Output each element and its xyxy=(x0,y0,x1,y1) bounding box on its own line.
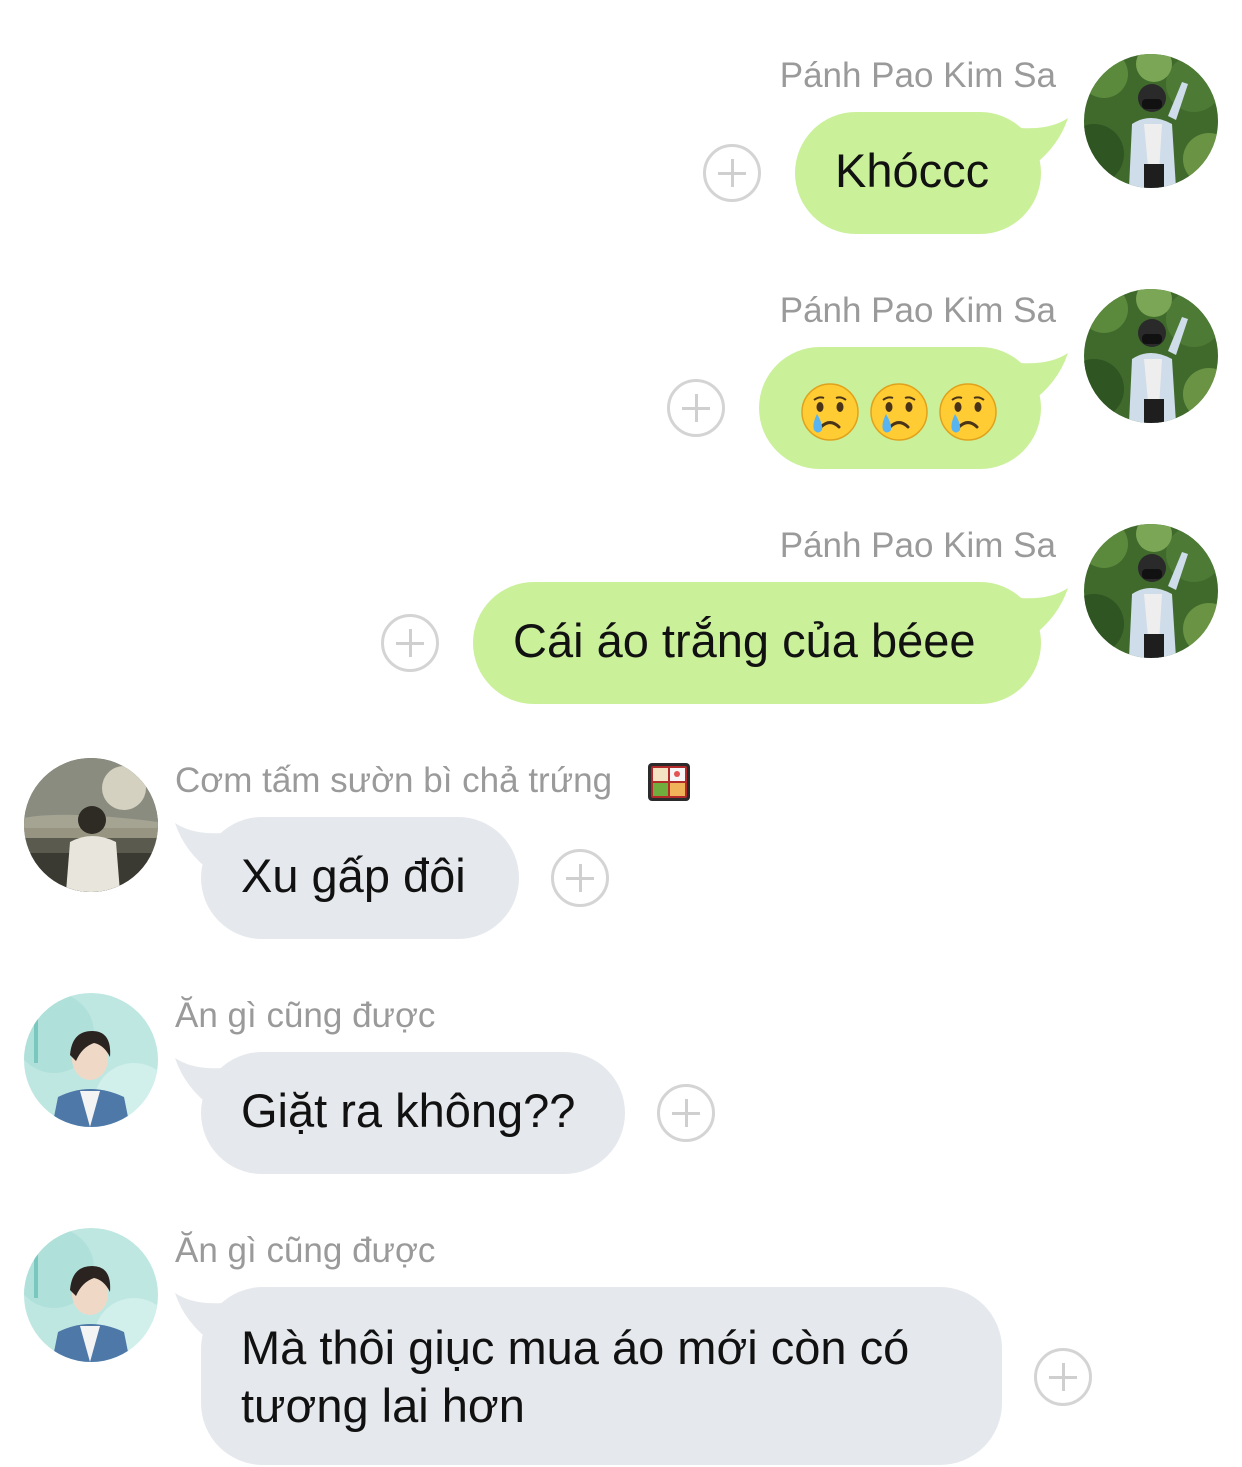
message-bubble[interactable]: Cái áo trắng của béee xyxy=(473,582,1041,704)
add-reaction-plus-icon[interactable] xyxy=(381,614,439,672)
message-text: Khóccc xyxy=(835,144,990,197)
sender-name: Pánh Pao Kim Sa xyxy=(779,291,1056,330)
avatar-photo-boy-mask-outdoor-icon[interactable] xyxy=(1084,524,1218,658)
crying-face-emoji xyxy=(939,383,997,441)
sender-name: Ăn gì cũng được xyxy=(175,996,436,1035)
sender-name: Pánh Pao Kim Sa xyxy=(779,526,1056,565)
message-text: Giặt ra không?? xyxy=(241,1084,576,1137)
message-bubble[interactable]: Mà thôi giục mua áo mới còn có tương lai… xyxy=(201,1287,1002,1465)
sender-name: Ăn gì cũng được xyxy=(175,1231,436,1270)
avatar-photo-boy-mask-outdoor-icon[interactable] xyxy=(1084,289,1218,423)
avatar-photo-idol-mint-icon[interactable] xyxy=(24,993,158,1127)
message-bubble[interactable]: Khóccc xyxy=(795,112,1041,234)
bento-box-emoji xyxy=(647,762,691,802)
add-reaction-plus-icon[interactable] xyxy=(667,379,725,437)
message-text-line: tương lai hơn xyxy=(241,1379,525,1432)
crying-face-emoji xyxy=(801,383,859,441)
avatar-photo-boy-mask-outdoor-icon[interactable] xyxy=(1084,54,1218,188)
avatar-photo-sunset-lake-icon[interactable] xyxy=(24,758,158,892)
message-text-line: Mà thôi giục mua áo mới còn có xyxy=(241,1321,910,1374)
message-text: Xu gấp đôi xyxy=(241,849,466,902)
message-bubble[interactable] xyxy=(759,347,1041,469)
add-reaction-plus-icon[interactable] xyxy=(1034,1348,1092,1406)
add-reaction-plus-icon[interactable] xyxy=(657,1084,715,1142)
message-bubble[interactable]: Xu gấp đôi xyxy=(201,817,519,939)
chat-thread: Pánh Pao Kim Sa Khóccc Pánh Pao Kim Sa P… xyxy=(0,0,1242,1467)
add-reaction-plus-icon[interactable] xyxy=(551,849,609,907)
message-text: Cái áo trắng của béee xyxy=(513,614,976,667)
sender-name: Cơm tấm sườn bì chả trứng xyxy=(175,761,613,800)
avatar-photo-idol-mint-icon[interactable] xyxy=(24,1228,158,1362)
sender-name: Pánh Pao Kim Sa xyxy=(779,56,1056,95)
crying-face-emoji xyxy=(870,383,928,441)
message-bubble[interactable]: Giặt ra không?? xyxy=(201,1052,625,1174)
add-reaction-plus-icon[interactable] xyxy=(703,144,761,202)
